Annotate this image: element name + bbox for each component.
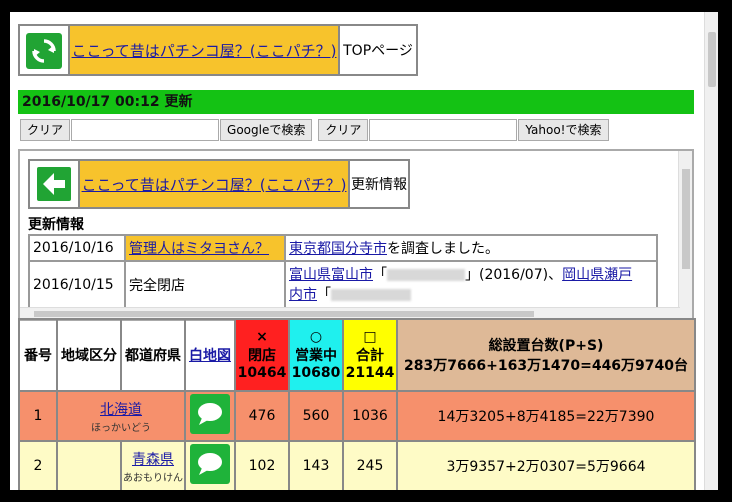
news-location-link[interactable]: 富山県富山市 — [289, 267, 373, 283]
news-location-link[interactable]: 東京都国分寺市 — [289, 241, 387, 257]
scroll-thumb[interactable] — [708, 32, 716, 87]
row-prefecture[interactable]: 北海道 ほっかいどう — [56, 390, 186, 442]
prefecture-kana: ほっかいどう — [91, 422, 151, 434]
news-date: 2016/10/15 — [28, 260, 126, 310]
google-search-input[interactable] — [71, 119, 220, 141]
yahoo-search-button[interactable]: Yahoo!で検索 — [518, 119, 609, 141]
table-header-row: 番号 地域区分 都道府県 白地図 × 閉店 10464 ○ 営業中 10680 … — [18, 318, 696, 392]
closed-label: 閉店 — [248, 348, 276, 364]
total-value: 283万7666+163万1470=446万9740台 — [403, 358, 689, 374]
open-symbol: ○ — [309, 329, 323, 345]
news-category-link[interactable]: 管理人はミタヨさん？ — [129, 241, 269, 257]
scroll-thumb[interactable] — [682, 169, 690, 269]
header-prefecture: 都道府県 — [120, 318, 186, 392]
redacted-text — [387, 269, 465, 281]
site-title-link[interactable]: ここって昔はパチンコ屋？(ここパチ？) — [72, 42, 337, 60]
prefecture-link[interactable]: 青森県 — [132, 452, 174, 468]
refresh-icon[interactable] — [26, 32, 62, 69]
header-total: 総設置台数(P+S) 283万7666+163万1470=446万9740台 — [396, 318, 696, 392]
row-area — [56, 440, 122, 490]
news-text: 「 — [373, 267, 387, 283]
header-open[interactable]: ○ 営業中 10680 — [288, 318, 344, 392]
back-arrow-icon[interactable] — [37, 167, 71, 201]
table-row: 1 北海道 ほっかいどう 476 560 1036 14万3205+8万4185… — [18, 390, 696, 442]
inner-header: ここって昔はパチンコ屋？(ここパチ？) 更新情報 — [28, 159, 410, 209]
chat-icon[interactable] — [190, 444, 230, 484]
row-total: 14万3205+8万4185=22万7390 — [396, 390, 696, 442]
site-header: ここって昔はパチンコ屋？(ここパチ？) TOPページ — [18, 24, 418, 76]
header-map[interactable]: 白地図 — [184, 318, 236, 392]
google-search-button[interactable]: Googleで検索 — [220, 119, 313, 141]
row-closed: 476 — [234, 390, 290, 442]
row-sum: 245 — [342, 440, 398, 490]
row-number: 1 — [18, 390, 58, 442]
prefecture-table: 番号 地域区分 都道府県 白地図 × 閉店 10464 ○ 営業中 10680 … — [18, 318, 696, 490]
row-map[interactable] — [184, 390, 236, 442]
sum-symbol: □ — [363, 329, 377, 345]
clear-yahoo-button[interactable]: クリア — [318, 119, 369, 141]
header-sum[interactable]: □ 合計 21144 — [342, 318, 398, 392]
closed-symbol: × — [256, 329, 268, 345]
row-prefecture[interactable]: 青森県 あおもりけん — [120, 440, 186, 490]
news-table: 2016/10/16 管理人はミタヨさん？ 東京都国分寺市を調査しました。 20… — [28, 234, 658, 310]
news-text: を調査しました。 — [387, 241, 499, 257]
news-row: 2016/10/16 管理人はミタヨさん？ 東京都国分寺市を調査しました。 — [28, 234, 658, 262]
news-description: 富山県富山市「 」(2016/07)、岡山県瀬戸 内市「 — [284, 260, 658, 310]
news-text: 」(2016/07)、 — [465, 267, 563, 283]
update-info-label: 更新情報 — [348, 159, 410, 209]
table-row: 2 青森県 あおもりけん 102 143 245 3万9357+2万0307=5… — [18, 440, 696, 490]
chat-icon[interactable] — [190, 394, 230, 434]
row-open: 560 — [288, 390, 344, 442]
prefecture-kana: あおもりけん — [123, 472, 183, 484]
total-title: 総設置台数(P+S) — [488, 338, 604, 354]
browser-frame: ここって昔はパチンコ屋？(ここパチ？) TOPページ 2016/10/17 00… — [10, 12, 718, 490]
sum-label: 合計 — [356, 348, 384, 364]
inner-title-link[interactable]: ここって昔はパチンコ屋？(ここパチ？) — [82, 176, 347, 194]
header-area: 地域区分 — [56, 318, 122, 392]
yahoo-search-input[interactable] — [369, 119, 518, 141]
scroll-thumb[interactable] — [34, 311, 534, 317]
row-number: 2 — [18, 440, 58, 490]
back-cell[interactable] — [28, 159, 80, 209]
update-timestamp: 2016/10/17 00:12 更新 — [18, 90, 694, 114]
open-count: 10680 — [291, 365, 341, 381]
row-total: 3万9357+2万0307=5万9664 — [396, 440, 696, 490]
news-iframe: ここって昔はパチンコ屋？(ここパチ？) 更新情報 更新情報 2016/10/16… — [18, 149, 694, 321]
news-date: 2016/10/16 — [28, 234, 126, 262]
open-label: 営業中 — [295, 348, 337, 364]
redacted-text — [331, 289, 411, 301]
news-description: 東京都国分寺市を調査しました。 — [284, 234, 658, 262]
top-page-link[interactable]: TOPページ — [338, 24, 418, 76]
row-open: 143 — [288, 440, 344, 490]
iframe-vertical-scrollbar[interactable] — [678, 151, 692, 319]
map-link[interactable]: 白地図 — [189, 348, 231, 364]
news-location-link-3[interactable]: 内市 — [289, 287, 317, 303]
news-row: 2016/10/15 完全閉店 富山県富山市「 」(2016/07)、岡山県瀬戸 … — [28, 260, 658, 310]
section-heading: 更新情報 — [28, 217, 84, 233]
prefecture-link[interactable]: 北海道 — [100, 402, 142, 418]
row-closed: 102 — [234, 440, 290, 490]
header-number: 番号 — [18, 318, 58, 392]
clear-google-button[interactable]: クリア — [20, 119, 71, 141]
news-location-link-2[interactable]: 岡山県瀬戸 — [562, 267, 632, 283]
header-closed[interactable]: × 閉店 10464 — [234, 318, 290, 392]
closed-count: 10464 — [237, 365, 287, 381]
news-category: 完全閉店 — [124, 260, 286, 310]
site-title-cell[interactable]: ここって昔はパチンコ屋？(ここパチ？) — [68, 24, 340, 76]
inner-title-cell[interactable]: ここって昔はパチンコ屋？(ここパチ？) — [78, 159, 350, 209]
row-map[interactable] — [184, 440, 236, 490]
row-sum: 1036 — [342, 390, 398, 442]
news-text: 「 — [317, 287, 331, 303]
page-vertical-scrollbar[interactable] — [704, 12, 718, 490]
refresh-cell[interactable] — [18, 24, 70, 76]
search-bar: クリア Googleで検索 クリア Yahoo!で検索 — [20, 119, 609, 141]
sum-count: 21144 — [345, 365, 395, 381]
news-category[interactable]: 管理人はミタヨさん？ — [124, 234, 286, 262]
